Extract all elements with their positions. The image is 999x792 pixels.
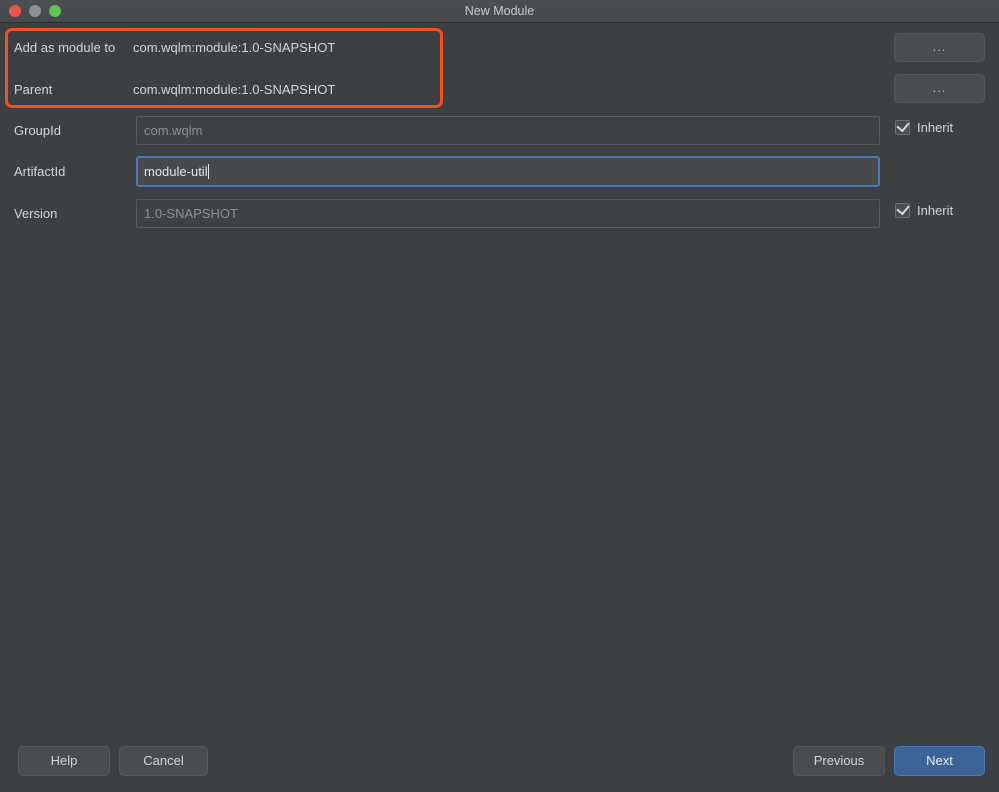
version-inherit-checkbox[interactable] [895, 201, 910, 218]
group-id-inherit-control[interactable]: Inherit [895, 118, 954, 135]
title-bar: New Module [0, 0, 999, 23]
group-id-inherit-label: Inherit [917, 120, 954, 135]
group-id-label: GroupId [14, 123, 61, 138]
parent-value: com.wqlm:module:1.0-SNAPSHOT [133, 82, 336, 97]
check-icon [896, 201, 910, 216]
add-as-module-to-label: Add as module to [14, 40, 116, 55]
add-as-module-to-value: com.wqlm:module:1.0-SNAPSHOT [133, 40, 336, 55]
parent-row: Parent com.wqlm:module:1.0-SNAPSHOT [0, 76, 999, 106]
add-as-module-to-row: Add as module to com.wqlm:module:1.0-SNA… [0, 34, 999, 64]
dialog-footer: Help Cancel Previous Next [0, 730, 999, 792]
artifact-id-row: ArtifactId module-util [0, 156, 999, 187]
group-id-input[interactable]: com.wqlm [136, 116, 880, 145]
text-caret [207, 164, 209, 179]
check-icon [896, 118, 910, 133]
group-id-row: GroupId com.wqlm Inherit [0, 116, 999, 146]
parent-label: Parent [14, 82, 53, 97]
cancel-button[interactable]: Cancel [119, 746, 208, 776]
artifact-id-value: module-util [144, 164, 208, 179]
artifact-id-input[interactable]: module-util [136, 156, 880, 187]
next-button[interactable]: Next [894, 746, 985, 776]
add-as-module-to-browse-button[interactable]: ... [894, 33, 985, 62]
window-title: New Module [464, 4, 535, 18]
version-inherit-label: Inherit [917, 203, 954, 218]
artifact-id-label: ArtifactId [14, 164, 66, 179]
new-module-dialog: New Module Add as module to com.wqlm:mod… [0, 0, 999, 792]
help-button[interactable]: Help [18, 746, 110, 776]
version-input[interactable]: 1.0-SNAPSHOT [136, 199, 880, 228]
previous-button[interactable]: Previous [793, 746, 885, 776]
version-row: Version 1.0-SNAPSHOT Inherit [0, 199, 999, 229]
parent-browse-button[interactable]: ... [894, 74, 985, 103]
version-inherit-control[interactable]: Inherit [895, 201, 954, 218]
group-id-inherit-checkbox[interactable] [895, 118, 910, 135]
version-label: Version [14, 206, 58, 221]
